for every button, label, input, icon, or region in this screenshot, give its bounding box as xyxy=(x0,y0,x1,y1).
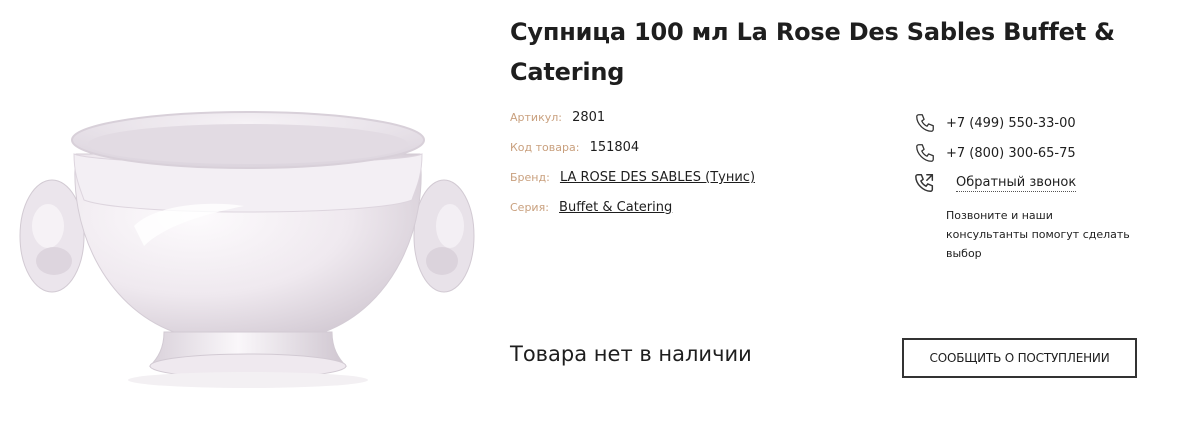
contact-block: +7 (499) 550-33-00 +7 (800) 300-65-75 Об… xyxy=(914,108,1154,263)
phone-icon xyxy=(914,112,936,134)
spec-code: Код товара: 151804 xyxy=(510,138,755,168)
notify-button[interactable]: СООБЩИТЬ О ПОСТУПЛЕНИИ xyxy=(902,338,1137,378)
contact-note: Позвоните и наши консультанты помогут сд… xyxy=(946,209,1130,260)
spec-code-label: Код товара: xyxy=(510,141,580,154)
callback-icon xyxy=(914,172,936,194)
spec-code-value: 151804 xyxy=(589,140,640,155)
phone-icon xyxy=(914,142,936,164)
product-specs: Артикул: 2801 Код товара: 151804 Бренд: … xyxy=(510,108,755,228)
callback-link[interactable]: Обратный звонок xyxy=(956,175,1077,192)
spec-series: Серия: Buffet & Catering xyxy=(510,198,755,228)
phone-row-1[interactable]: +7 (499) 550-33-00 xyxy=(914,108,1154,138)
phone-number-1[interactable]: +7 (499) 550-33-00 xyxy=(946,116,1076,131)
spec-brand-label: Бренд: xyxy=(510,171,550,184)
spec-article-label: Артикул: xyxy=(510,111,562,124)
product-image xyxy=(14,96,482,408)
spec-article-value: 2801 xyxy=(572,110,606,125)
stock-status: Товара нет в наличии xyxy=(510,342,752,366)
page-title: Супница 100 мл La Rose Des Sables Buffet… xyxy=(510,18,1115,86)
spec-article: Артикул: 2801 xyxy=(510,108,755,138)
brand-link[interactable]: LA ROSE DES SABLES (Тунис) xyxy=(560,170,755,185)
spec-series-label: Серия: xyxy=(510,201,549,214)
phone-row-2[interactable]: +7 (800) 300-65-75 xyxy=(914,138,1154,168)
spec-brand: Бренд: LA ROSE DES SABLES (Тунис) xyxy=(510,168,755,198)
series-link[interactable]: Buffet & Catering xyxy=(559,200,672,215)
soup-bowl-icon xyxy=(19,111,475,388)
phone-number-2[interactable]: +7 (800) 300-65-75 xyxy=(946,146,1076,161)
callback-row[interactable]: Обратный звонок xyxy=(914,168,1154,198)
